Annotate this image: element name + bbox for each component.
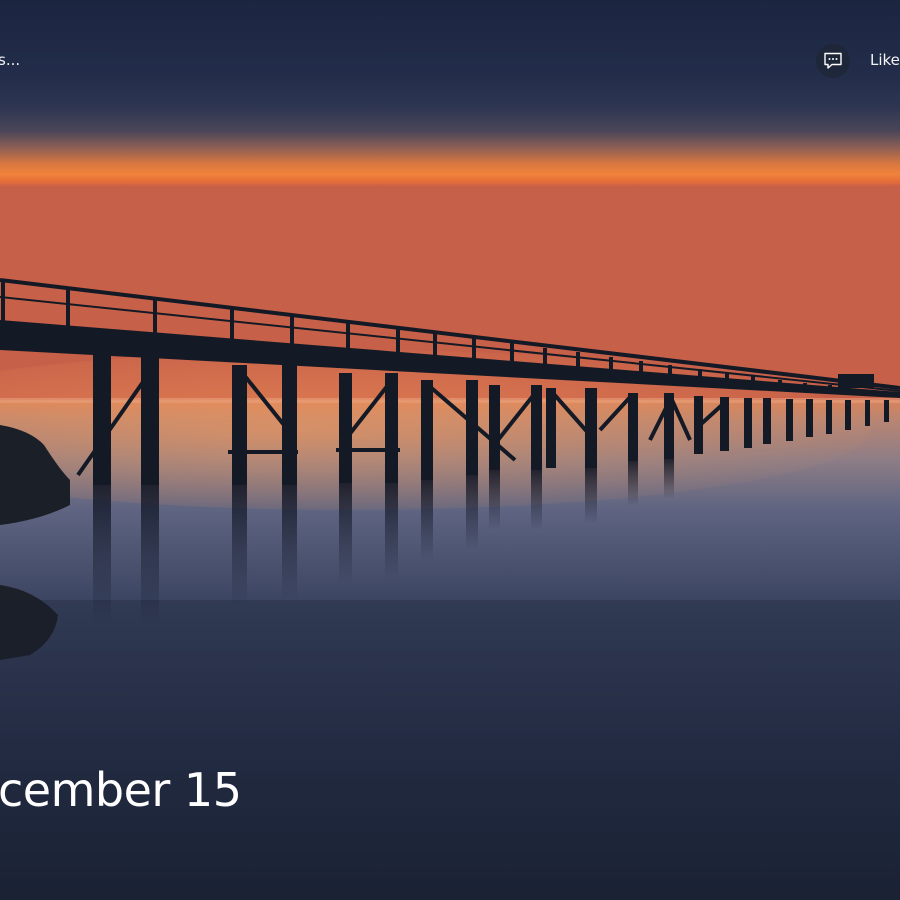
comment-button[interactable] xyxy=(816,44,850,78)
lock-screen: s... Like cember 15 xyxy=(0,0,900,900)
comment-icon xyxy=(824,52,842,69)
notification-text: s... xyxy=(0,51,21,69)
lock-screen-date: cember 15 xyxy=(0,763,242,817)
like-button[interactable]: Like xyxy=(870,50,900,70)
